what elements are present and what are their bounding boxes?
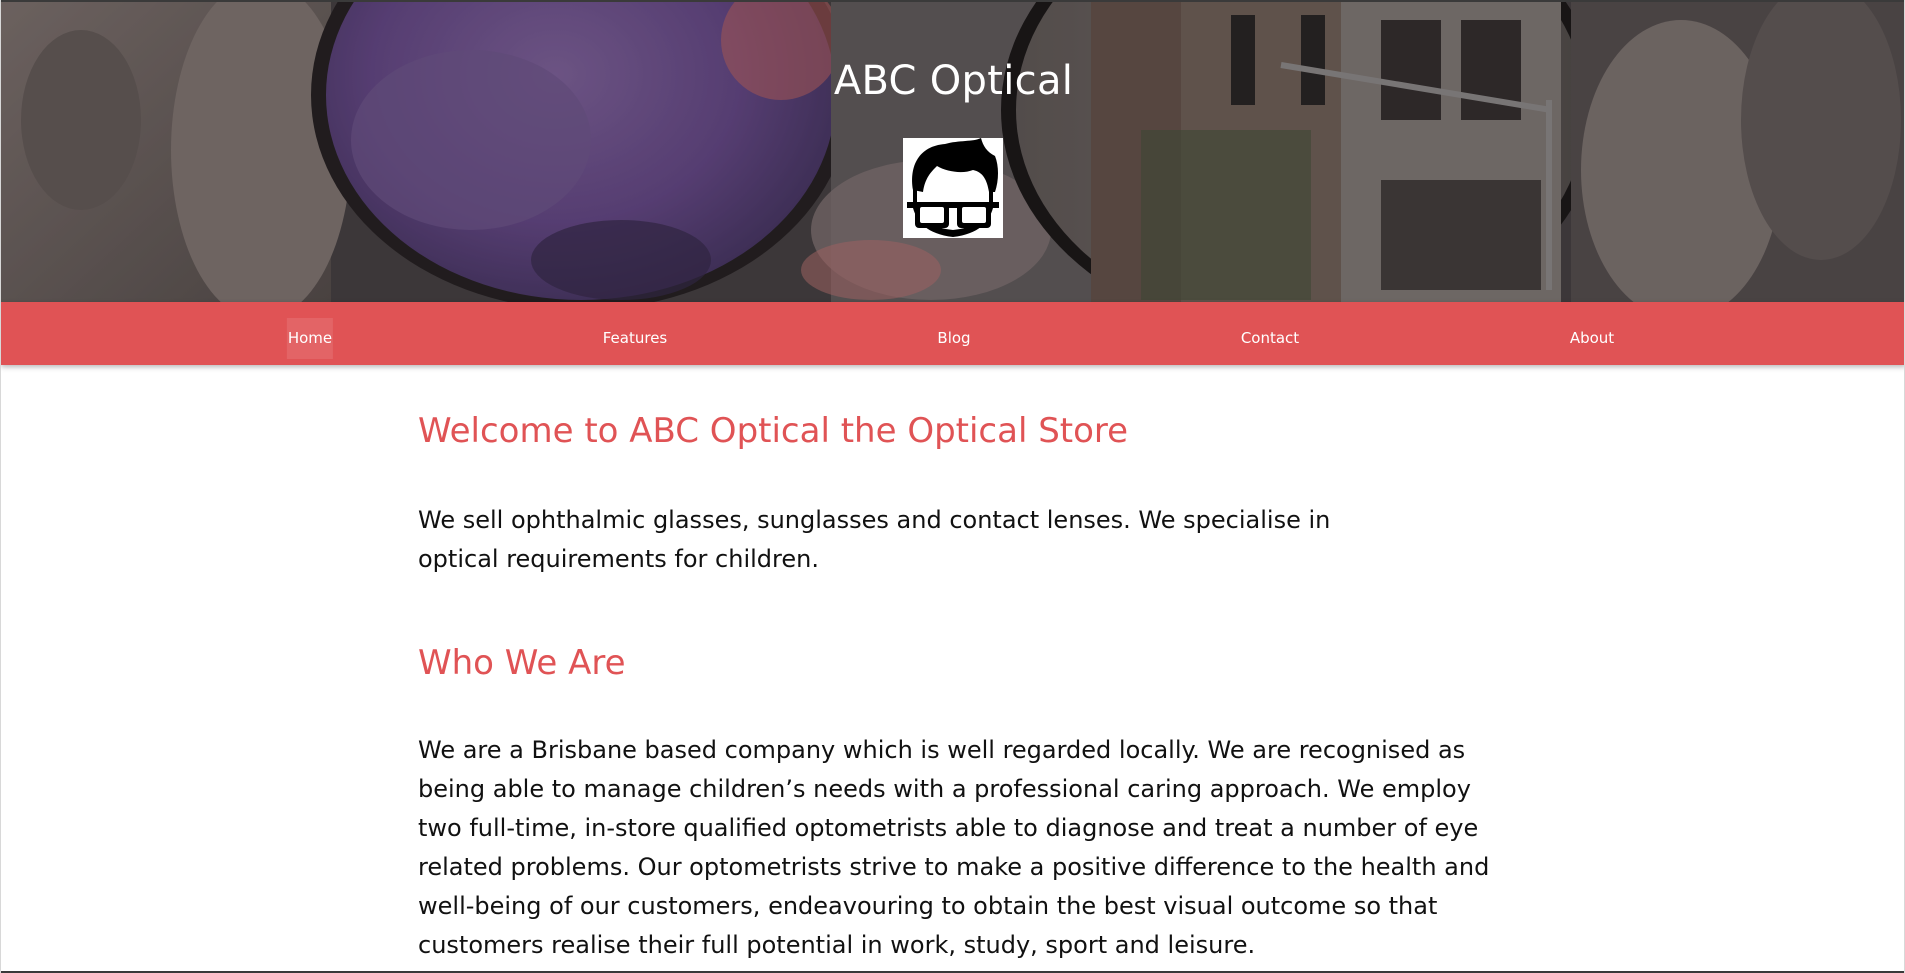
logo[interactable]	[903, 138, 1003, 238]
who-we-are-paragraph: We are a Brisbane based company which is…	[418, 736, 1490, 959]
welcome-heading: Welcome to ABC Optical the Optical Store	[418, 411, 1129, 451]
main-content: Welcome to ABC Optical the Optical Store…	[418, 405, 1498, 965]
window-top-border	[1, 0, 1904, 2]
nav-item-features[interactable]: Features	[603, 318, 668, 359]
nav-item-home[interactable]: Home	[286, 318, 334, 359]
who-we-are-heading: Who We Are	[418, 643, 626, 683]
site-title: ABC Optical	[833, 58, 1074, 104]
main-nav: Home Features Blog Contact About	[1, 302, 1904, 365]
page: ABC Optical Home Features Blog Contact A…	[0, 0, 1905, 973]
nav-item-about[interactable]: About	[1570, 318, 1614, 359]
nav-item-contact[interactable]: Contact	[1241, 318, 1299, 359]
nav-item-blog[interactable]: Blog	[937, 318, 970, 359]
hero-banner: ABC Optical	[1, 0, 1904, 302]
nerd-glasses-face-icon	[903, 138, 1003, 238]
intro-paragraph: We sell ophthalmic glasses, sunglasses a…	[418, 506, 1331, 573]
